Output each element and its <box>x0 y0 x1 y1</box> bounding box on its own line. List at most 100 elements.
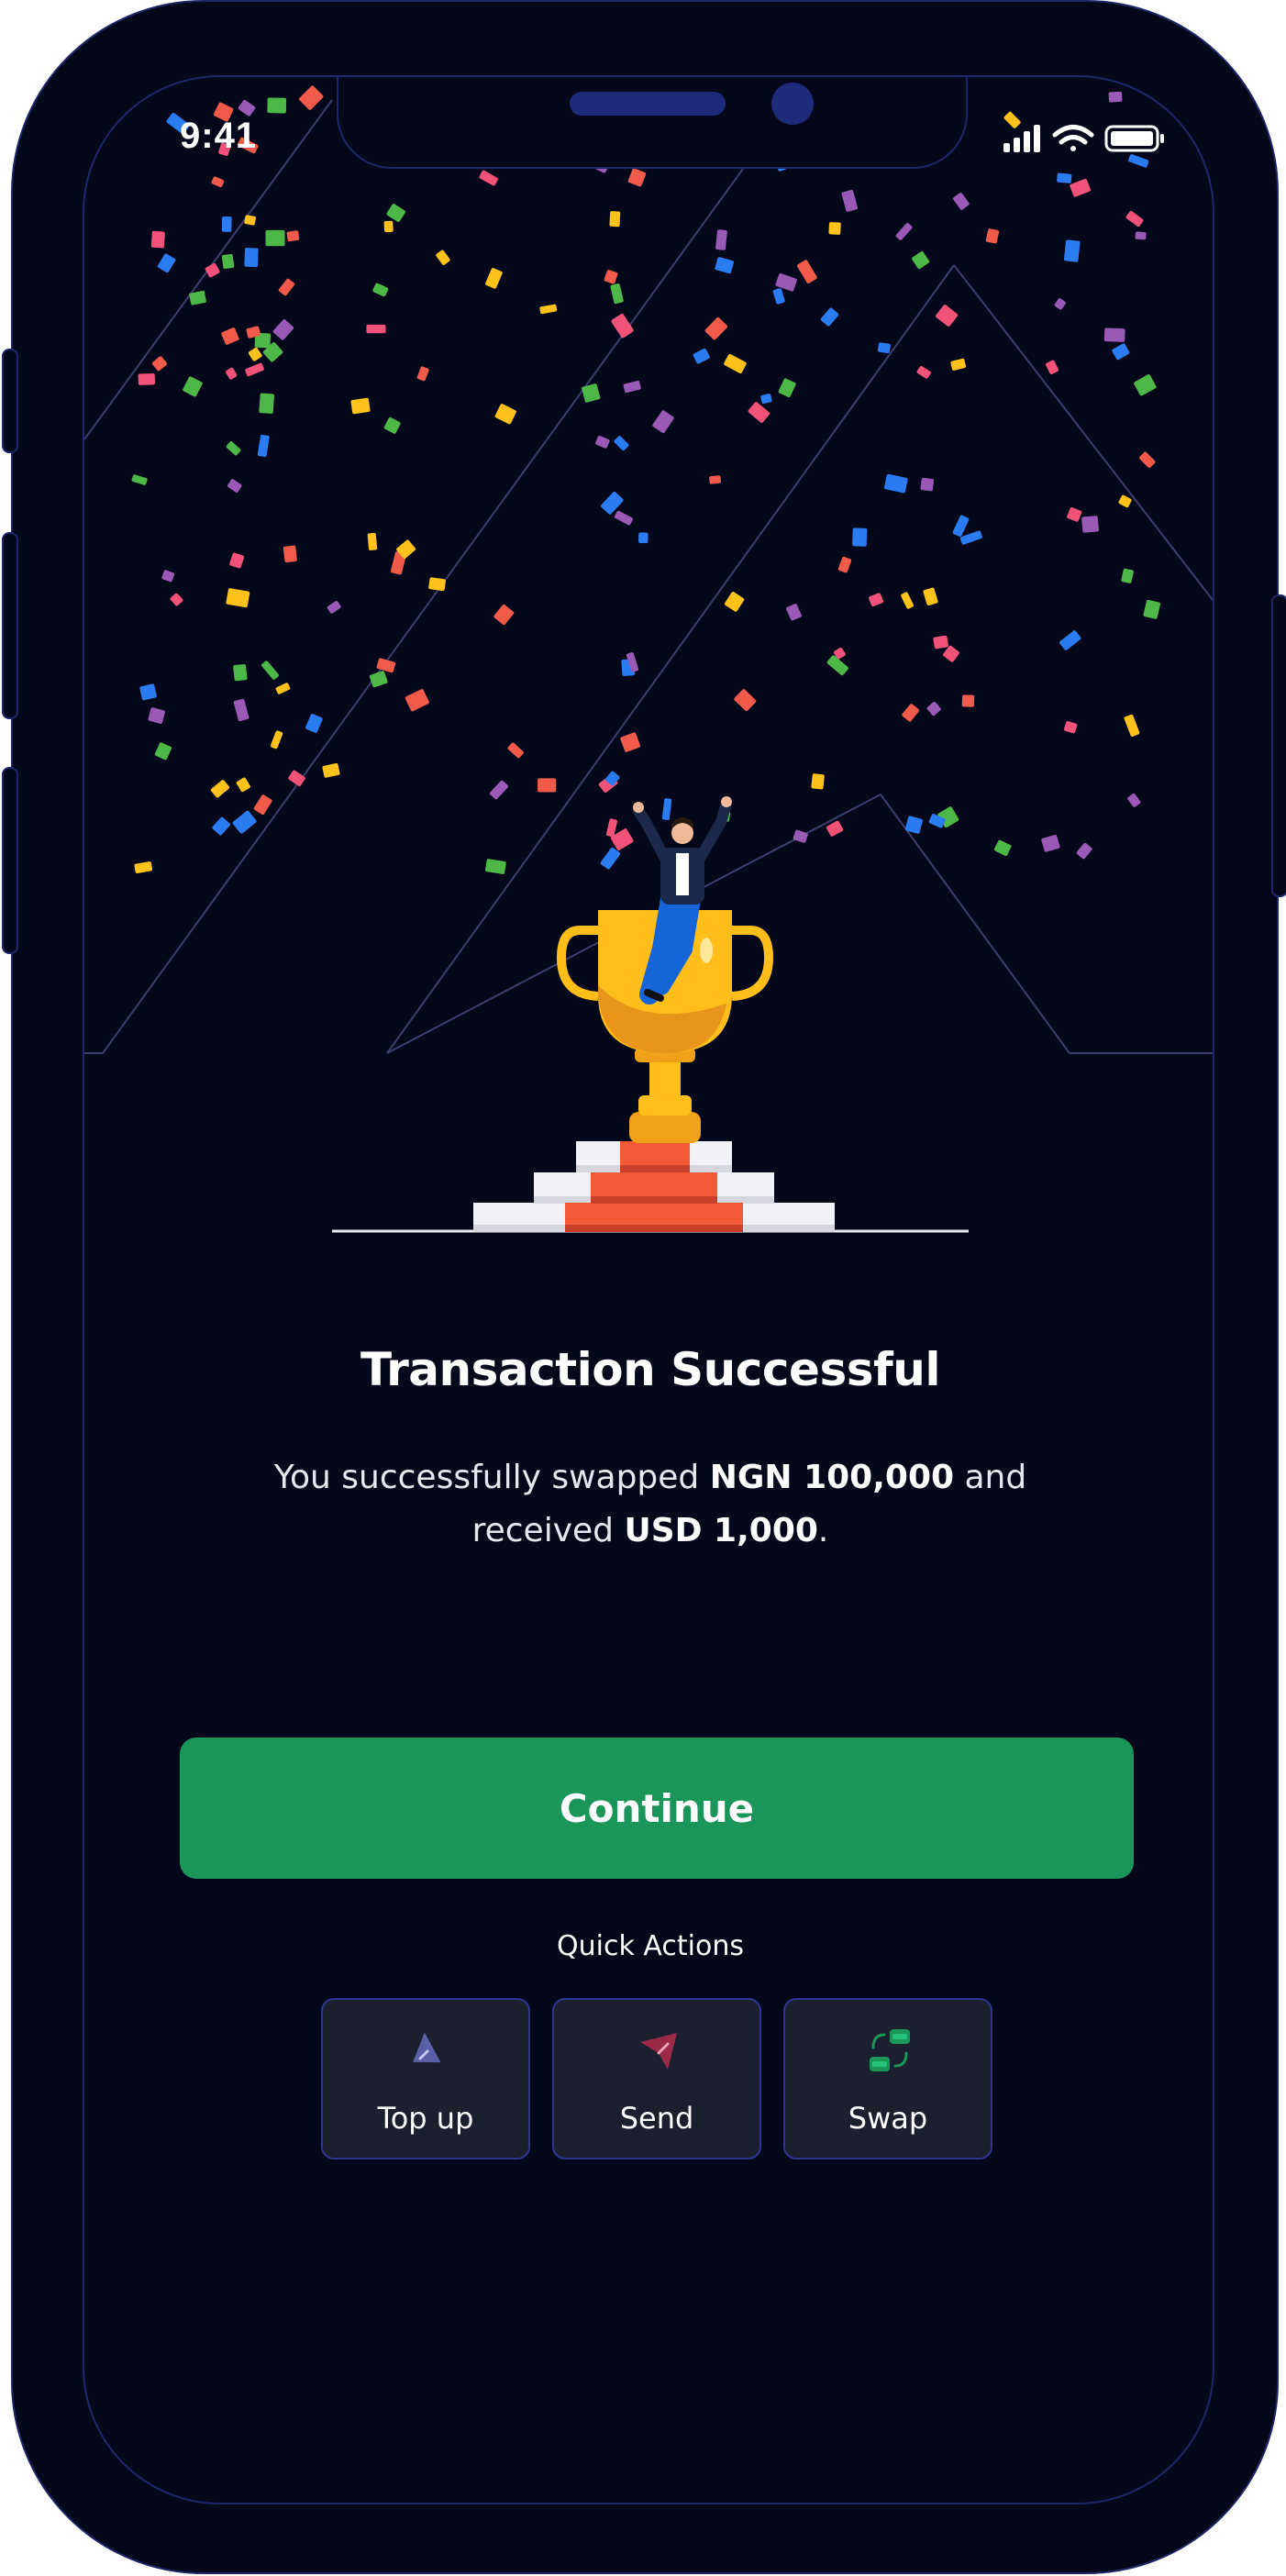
confetti-piece <box>877 342 891 353</box>
confetti-piece <box>386 204 405 222</box>
confetti-piece <box>1108 91 1123 103</box>
top-up-icon <box>413 2032 441 2063</box>
confetti-piece <box>1081 516 1099 533</box>
confetti-piece <box>376 658 396 673</box>
confetti-piece <box>826 820 844 837</box>
confetti-piece <box>1076 842 1092 860</box>
power-button <box>1271 594 1286 897</box>
confetti-piece <box>1063 239 1081 262</box>
quick-action-swap[interactable]: Swap <box>783 1998 992 2160</box>
status-icons <box>1003 125 1164 152</box>
confetti-piece <box>661 798 672 820</box>
confetti-piece <box>724 592 745 612</box>
confetti-piece <box>327 601 341 614</box>
confetti-piece <box>372 283 389 297</box>
confetti-piece <box>620 732 641 752</box>
confetti-piece <box>221 253 235 270</box>
confetti-piece <box>760 394 772 405</box>
confetti-piece <box>245 362 264 377</box>
confetti-piece <box>138 372 156 385</box>
confetti-piece <box>1121 568 1134 583</box>
quick-actions-label: Quick Actions <box>557 1930 744 1962</box>
amount-from: NGN 100,000 <box>709 1459 955 1496</box>
confetti-piece <box>261 661 279 680</box>
confetti-piece <box>904 816 923 834</box>
confetti-piece <box>693 348 710 364</box>
cellular-signal-icon <box>1003 125 1040 152</box>
confetti-piece <box>1054 298 1066 310</box>
message-text: You successfully swapped <box>273 1459 710 1496</box>
confetti-piece <box>288 770 305 786</box>
confetti-piece <box>299 85 324 110</box>
confetti-piece <box>610 283 624 305</box>
confetti-piece <box>1067 506 1082 522</box>
confetti-piece <box>367 532 378 550</box>
confetti-piece <box>916 365 931 379</box>
continue-button[interactable]: Continue <box>180 1738 1134 1879</box>
confetti-piece <box>154 742 172 761</box>
confetti-piece <box>609 211 621 228</box>
confetti-piece <box>270 730 283 749</box>
quick-action-send[interactable]: Send <box>552 1998 761 2160</box>
confetti-piece <box>715 229 727 250</box>
confetti-piece <box>170 593 183 606</box>
confetti-piece <box>507 742 524 759</box>
wifi-icon <box>1052 125 1094 151</box>
confetti-piece <box>841 190 858 212</box>
confetti-piece <box>985 228 1000 244</box>
confetti-piece <box>953 193 970 210</box>
confetti-piece <box>828 222 841 235</box>
confetti-piece <box>436 250 450 265</box>
confetti-piece <box>226 367 238 380</box>
confetti-piece <box>786 604 802 621</box>
confetti-piece <box>959 530 982 545</box>
notch <box>337 77 968 169</box>
confetti-piece <box>272 319 294 340</box>
speaker <box>570 92 726 116</box>
confetti-piece <box>538 778 557 793</box>
confetti-piece <box>627 168 647 187</box>
confetti-piece <box>416 366 429 382</box>
podium <box>473 1141 835 1232</box>
quick-action-top-up[interactable]: Top up <box>321 1998 530 2160</box>
confetti-piece <box>895 223 913 240</box>
confetti-piece <box>212 816 230 836</box>
confetti-piece <box>369 671 388 688</box>
confetti-piece <box>157 253 176 273</box>
confetti-piece <box>912 251 930 270</box>
confetti-piece <box>852 527 868 547</box>
confetti-piece <box>405 689 429 712</box>
confetti-piece <box>820 307 839 327</box>
confetti-piece <box>709 475 722 484</box>
confetti-piece <box>131 474 148 485</box>
confetti-piece <box>226 588 250 608</box>
confetti-piece <box>479 170 498 186</box>
confetti-piece <box>205 262 220 278</box>
confetti-piece <box>383 416 401 434</box>
confetti-piece <box>883 473 908 494</box>
confetti-piece <box>485 859 506 874</box>
confetti-piece <box>275 683 291 694</box>
confetti-piece <box>139 683 157 701</box>
confetti-piece <box>1143 599 1160 619</box>
confetti-piece <box>772 288 785 305</box>
confetti-piece <box>211 176 225 187</box>
confetti-piece <box>134 861 153 874</box>
confetti-piece <box>601 491 624 515</box>
confetti-piece <box>428 577 446 592</box>
confetti-piece <box>1134 374 1157 396</box>
confetti-piece <box>366 324 386 334</box>
mute-switch <box>2 349 18 453</box>
confetti-piece <box>233 664 248 682</box>
confetti-piece <box>161 570 175 583</box>
confetti-piece <box>539 304 558 315</box>
quick-action-label: Swap <box>848 2101 928 2136</box>
confetti-piece <box>993 839 1012 856</box>
confetti-piece <box>229 552 245 569</box>
confetti-piece <box>494 404 516 425</box>
confetti-piece <box>952 515 970 537</box>
confetti-piece <box>614 436 629 451</box>
confetti-piece <box>837 556 852 573</box>
confetti-piece <box>322 763 340 778</box>
confetti-piece <box>238 99 256 117</box>
